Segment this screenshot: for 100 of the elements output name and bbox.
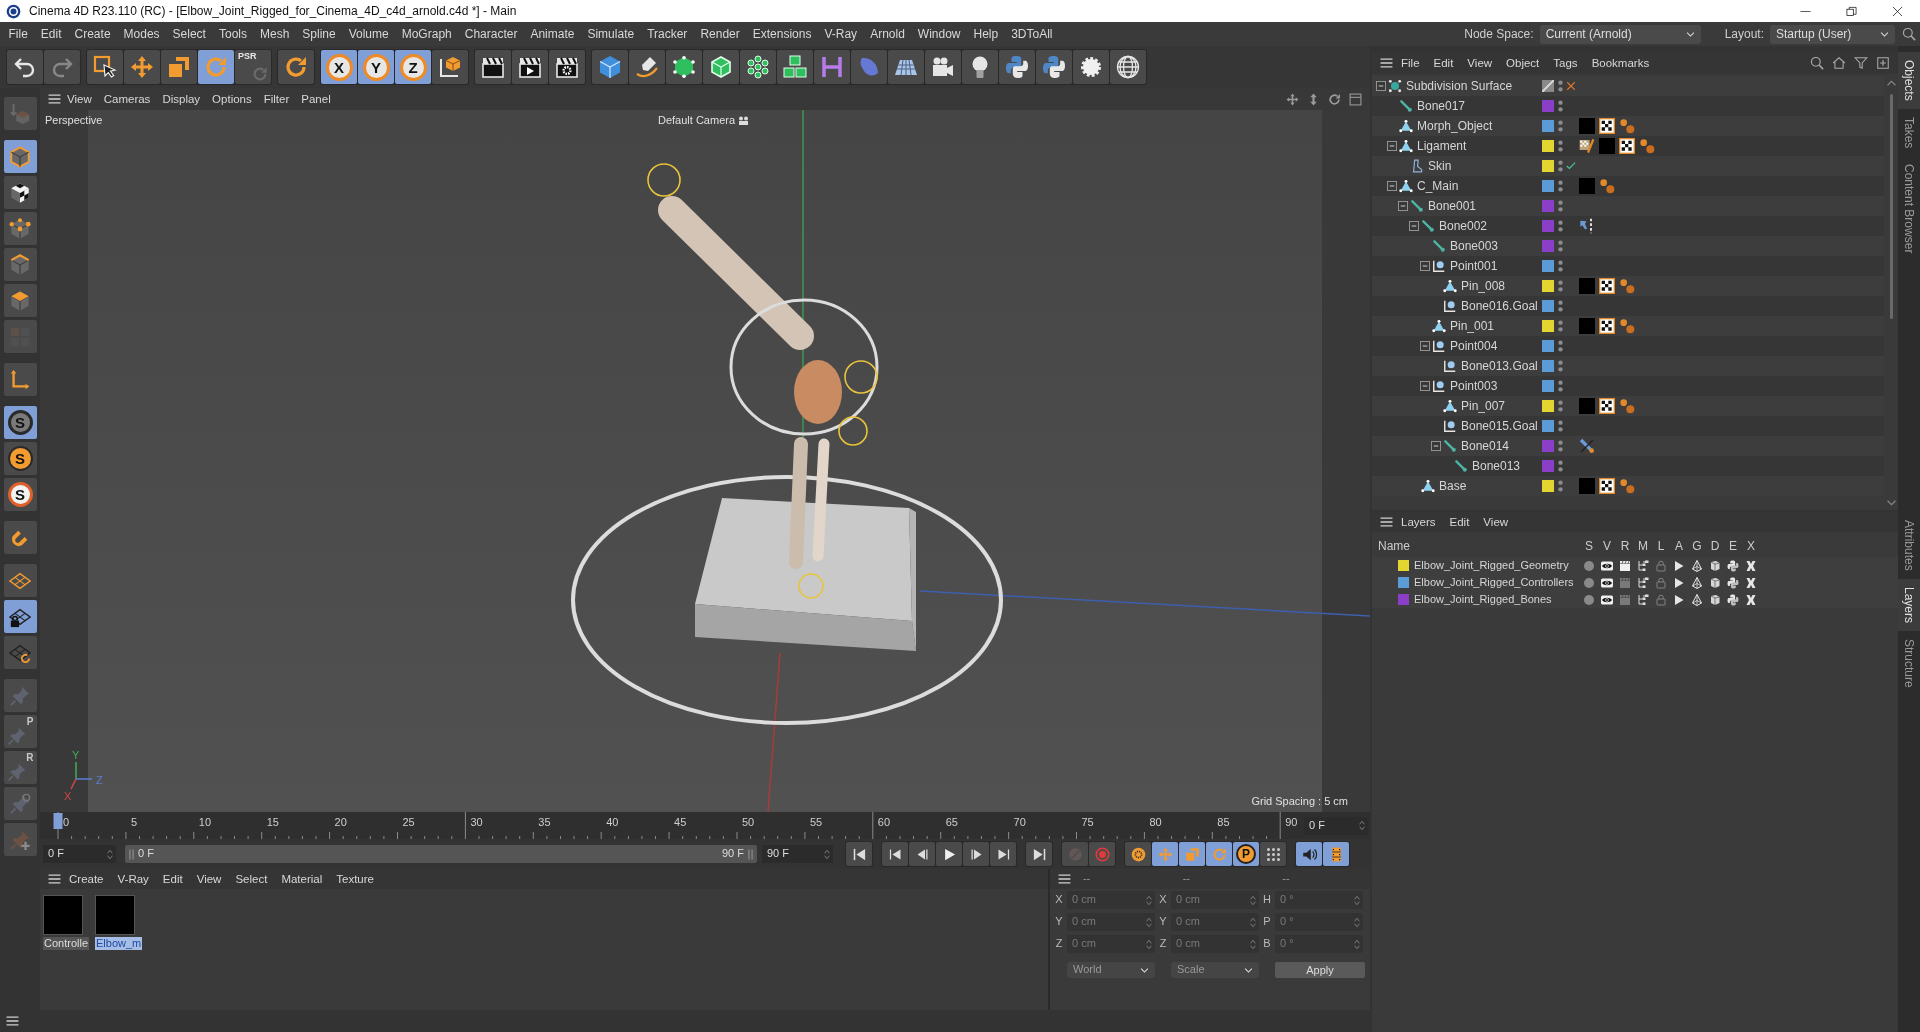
- toolbar-button[interactable]: [432, 50, 468, 84]
- toolbar-button[interactable]: Z: [395, 50, 431, 84]
- scale-squares-icon[interactable]: [167, 55, 191, 79]
- object-row[interactable]: Bone017: [1372, 96, 1884, 116]
- lock-icon[interactable]: [1655, 576, 1667, 589]
- object-row[interactable]: Point004: [1372, 336, 1884, 356]
- mode-button[interactable]: S: [3, 478, 37, 511]
- menu-item[interactable]: Display: [156, 89, 207, 109]
- rotate-arrows-icon[interactable]: [284, 55, 308, 79]
- clapperboard-gear-icon[interactable]: [555, 55, 579, 79]
- checker-cube-icon[interactable]: [9, 181, 31, 204]
- gear-disc-icon[interactable]: [1130, 846, 1146, 862]
- playback-button[interactable]: [882, 842, 908, 866]
- joint-marker[interactable]: [798, 573, 824, 599]
- menu-item[interactable]: Edit: [156, 869, 189, 889]
- cube-axes-icon[interactable]: [438, 55, 462, 79]
- tetrahedron-icon[interactable]: [1691, 576, 1703, 589]
- toolbar-button[interactable]: [666, 50, 702, 84]
- material-preview[interactable]: [43, 895, 83, 935]
- forearm-bone[interactable]: [789, 437, 808, 569]
- object-row[interactable]: Ligament: [1372, 136, 1884, 156]
- toolbar-button[interactable]: Y: [358, 50, 394, 84]
- toolbar-button[interactable]: [962, 50, 998, 84]
- playback-button[interactable]: [846, 842, 872, 866]
- menu-item[interactable]: Tracker: [640, 22, 694, 46]
- material-preview[interactable]: [95, 895, 136, 935]
- skip-end-icon[interactable]: [1031, 846, 1047, 862]
- frame-field[interactable]: 0 F: [43, 845, 116, 863]
- playback-button[interactable]: [963, 842, 989, 866]
- forearm-bone[interactable]: [812, 438, 830, 562]
- frame-field[interactable]: 0 F: [1304, 816, 1368, 835]
- skip-start-icon[interactable]: [851, 846, 867, 862]
- menu-item[interactable]: View: [1477, 512, 1515, 532]
- caret-down-icon[interactable]: [1886, 500, 1896, 506]
- menu-item[interactable]: Help: [967, 22, 1005, 46]
- h-bar-icon[interactable]: [820, 55, 844, 79]
- side-tab[interactable]: Layers: [1898, 578, 1920, 631]
- menu-item[interactable]: Create: [68, 22, 118, 46]
- menu-item[interactable]: Tags: [1547, 53, 1584, 73]
- search-icon[interactable]: [1902, 27, 1916, 41]
- frame-field[interactable]: 90 F: [762, 845, 833, 863]
- object-row[interactable]: Point003: [1372, 376, 1884, 396]
- collapse-box-icon[interactable]: [1409, 221, 1419, 231]
- outlined-cube-icon[interactable]: [709, 55, 733, 79]
- collapse-box-icon[interactable]: [1431, 441, 1441, 451]
- layer-row[interactable]: Elbow_Joint_Rigged_Bones: [1372, 591, 1898, 608]
- selection-cursor-icon[interactable]: [93, 55, 117, 79]
- side-tab[interactable]: Takes: [1898, 108, 1920, 157]
- toolbar-button[interactable]: [925, 50, 961, 84]
- close-icon[interactable]: [1891, 5, 1903, 17]
- material-name[interactable]: Controlle: [43, 937, 90, 951]
- x-shape-icon[interactable]: [1745, 559, 1757, 572]
- object-row[interactable]: Point001: [1372, 256, 1884, 276]
- axis-corner-icon[interactable]: [9, 368, 31, 391]
- menu-item[interactable]: Animate: [523, 22, 581, 46]
- elbow-controller-ring[interactable]: [729, 298, 879, 436]
- object-row[interactable]: C_Main: [1372, 176, 1884, 196]
- dropdown[interactable]: Startup (User): [1770, 24, 1895, 44]
- add-panel-icon[interactable]: [1876, 56, 1890, 70]
- dropdown[interactable]: Current (Arnold): [1539, 24, 1701, 44]
- menu-item[interactable]: Edit: [34, 22, 69, 46]
- snake-logo-icon[interactable]: [1727, 559, 1739, 572]
- menu-item[interactable]: Bookmarks: [1585, 53, 1656, 73]
- cube-face-icon[interactable]: [9, 289, 31, 312]
- mode-button[interactable]: [3, 600, 37, 633]
- menu-icon[interactable]: [1380, 517, 1393, 527]
- menu-item[interactable]: 3DToAll: [1004, 22, 1060, 46]
- joint-marker[interactable]: [844, 360, 878, 394]
- hierarchy-icon[interactable]: [1637, 593, 1649, 606]
- menu-item[interactable]: Cameras: [97, 89, 157, 109]
- object-row[interactable]: Bone002: [1372, 216, 1884, 236]
- collapse-box-icon[interactable]: [1398, 201, 1408, 211]
- menu-item[interactable]: Material: [275, 869, 329, 889]
- menu-item[interactable]: View: [190, 869, 228, 889]
- menu-item[interactable]: Object: [1500, 53, 1546, 73]
- menu-item[interactable]: MoGraph: [395, 22, 459, 46]
- box-icon[interactable]: [1709, 593, 1721, 606]
- pedestal-box[interactable]: [695, 498, 916, 651]
- restore-icon[interactable]: [1845, 5, 1857, 17]
- mode-button[interactable]: [3, 212, 37, 245]
- joint-marker[interactable]: [647, 163, 681, 197]
- undo-icon[interactable]: [13, 55, 37, 79]
- menu-item[interactable]: Volume: [342, 22, 396, 46]
- play-icon[interactable]: [1673, 576, 1685, 589]
- ground-controller-ring[interactable]: [571, 475, 1003, 725]
- play-icon[interactable]: [1673, 593, 1685, 606]
- tetrahedron-icon[interactable]: [1691, 593, 1703, 606]
- snake-logo-icon[interactable]: [1727, 593, 1739, 606]
- eye-icon[interactable]: [1601, 559, 1613, 572]
- object-row[interactable]: Bone013: [1372, 456, 1884, 476]
- clapperboard-icon[interactable]: [1619, 559, 1631, 572]
- mode-button[interactable]: [3, 140, 37, 173]
- upper-arm-bone[interactable]: [658, 196, 814, 350]
- menu-item[interactable]: V-Ray: [111, 869, 155, 889]
- side-tab[interactable]: Objects: [1898, 52, 1920, 109]
- menu-item[interactable]: View: [1461, 53, 1499, 73]
- menu-item[interactable]: Filter: [257, 89, 296, 109]
- menu-item[interactable]: Simulate: [580, 22, 641, 46]
- pen-curve-icon[interactable]: [635, 55, 659, 79]
- menu-item[interactable]: Extensions: [746, 22, 818, 46]
